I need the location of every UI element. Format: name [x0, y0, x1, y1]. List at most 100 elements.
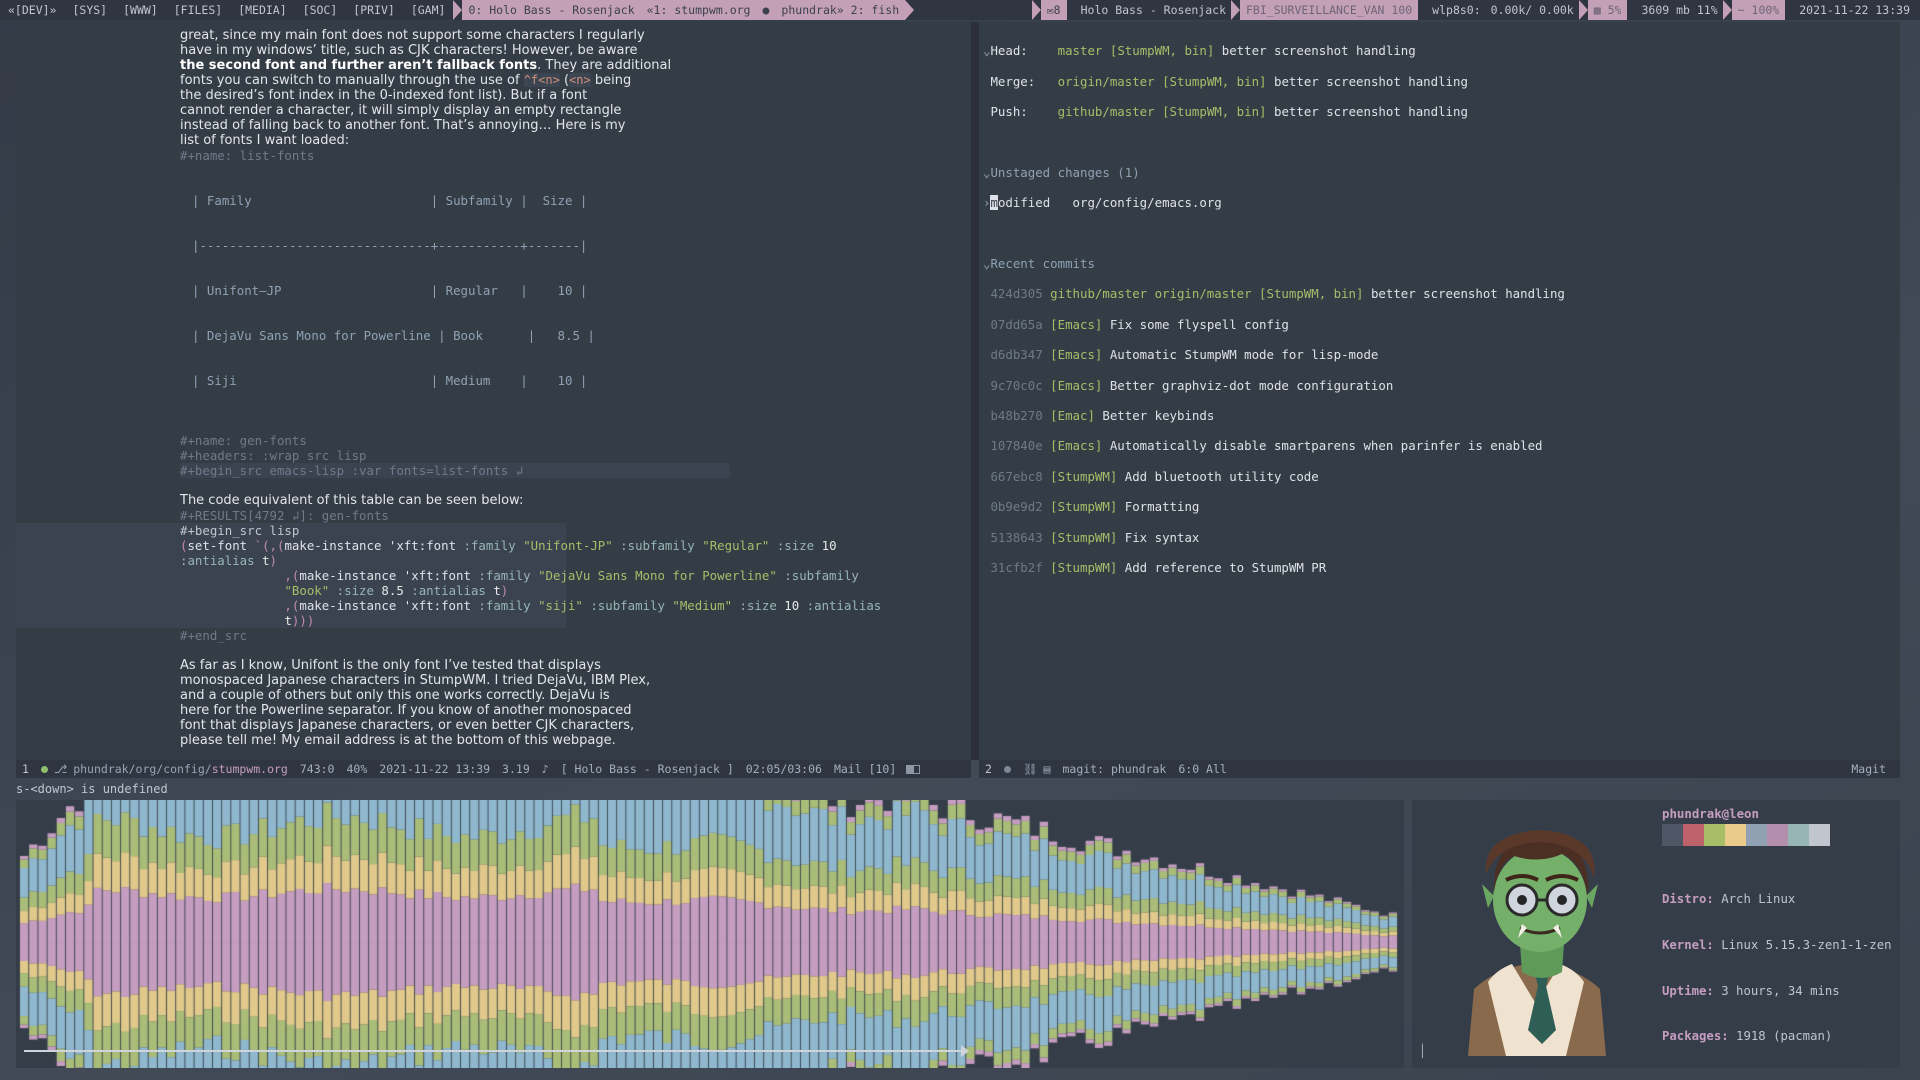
- magit-unstaged-item[interactable]: ›modified org/config/emacs.org: [983, 195, 1900, 211]
- paragraph-line: list of fonts I want loaded:: [180, 133, 350, 148]
- wifi-status[interactable]: FBI_SURVEILLANCE_VAN 100: [1240, 0, 1419, 20]
- workspace-gam[interactable]: [GAM]: [403, 0, 454, 20]
- commit-tag: [Emacs]: [1050, 377, 1103, 393]
- progress-line[interactable]: [24, 1050, 964, 1052]
- workspace-sys[interactable]: [SYS]: [64, 0, 115, 20]
- swatch-0: [1662, 824, 1683, 846]
- commit-row[interactable]: 424d305 github/master origin/master [Stu…: [983, 286, 1900, 301]
- net-interface: wlp8s0:: [1432, 3, 1481, 17]
- org-name-directive: #+name: list-fonts: [180, 148, 315, 163]
- org-end-src: #+end_src: [180, 628, 248, 643]
- workspace-priv[interactable]: [PRIV]: [345, 0, 403, 20]
- commit-message: Formatting: [1124, 499, 1200, 515]
- code-line: t))): [16, 613, 566, 628]
- kbd-post: being: [590, 73, 632, 88]
- powerline-sep-wifi-icon: [1231, 0, 1240, 20]
- commit-row[interactable]: 31cfb2f [StumpWM] Add reference to Stump…: [983, 560, 1900, 575]
- merge-tags: [StumpWM, bin]: [1162, 73, 1267, 89]
- paragraph-line: font that displays Japanese characters, …: [180, 718, 635, 733]
- battery-icon: ~: [1737, 3, 1745, 17]
- magit-unstaged-section-header[interactable]: ⌄Unstaged changes (1): [983, 165, 1900, 180]
- paragraph-line: here for the Powerline separator. If you…: [180, 703, 632, 718]
- org-table[interactable]: | Family | Subfamily | Size | |---------…: [16, 163, 971, 418]
- kbd-mid: (: [559, 73, 570, 88]
- modeline-right: 2 ⛓ ▤ magit: phundrak 6:0 All Magit: [979, 760, 1900, 778]
- magit-merge-line[interactable]: Merge: origin/master [StumpWM, bin] bett…: [983, 74, 1900, 89]
- cpu-status: ▩ 5%: [1587, 0, 1628, 20]
- cpu-icon: ▩: [1593, 3, 1601, 17]
- code-line: ,(make-instance 'xft:font :family "DejaV…: [16, 568, 859, 583]
- commit-hash: 0b9e9d2: [990, 499, 1043, 515]
- commit-row[interactable]: 667ebc8 [StumpWM] Add bluetooth utility …: [983, 469, 1900, 484]
- paragraph-line: have in my windows’ title, such as CJK c…: [180, 43, 638, 58]
- powerline-sep-music-icon: [1066, 0, 1076, 20]
- org-document: great, since my main font does not suppo…: [16, 22, 971, 760]
- audio-visualizer-pane[interactable]: [16, 800, 1404, 1068]
- window-item-1[interactable]: «1: stumpwm.org: [640, 0, 757, 20]
- powerline-sep-cpu-icon: [1578, 0, 1588, 20]
- code-line: (set-font `(,(make-instance 'xft:font :f…: [16, 538, 837, 553]
- workspace-files[interactable]: [FILES]: [166, 0, 230, 20]
- org-document-pane[interactable]: great, since my main font does not suppo…: [16, 22, 971, 760]
- merge-label: Merge:: [990, 73, 1036, 89]
- magit-head-line[interactable]: ⌄Head: master [StumpWM, bin] better scre…: [983, 43, 1900, 58]
- info-value: 1918 (pacman): [1736, 1029, 1833, 1044]
- paragraph-line: monospaced Japanese characters in StumpW…: [180, 673, 651, 688]
- commit-tag: github/master origin/master [StumpWM, bi…: [1050, 286, 1364, 302]
- magit-status-buffer: ⌄Head: master [StumpWM, bin] better scre…: [979, 22, 1900, 606]
- mail-status[interactable]: ✉ 8: [1040, 0, 1067, 20]
- kbd-pre: fonts you can switch to manually through…: [180, 73, 524, 88]
- window-item-2[interactable]: phundrak» 2: fish: [775, 0, 906, 20]
- swatch-6: [1788, 824, 1809, 846]
- neofetch-pane[interactable]: phundrak@leon Distro: Arch Linux Kernel:…: [1412, 800, 1900, 1068]
- magit-pane[interactable]: ⌄Head: master [StumpWM, bin] better scre…: [979, 22, 1900, 760]
- commit-row[interactable]: 107840e [Emacs] Automatically disable sm…: [983, 438, 1900, 453]
- commit-hash: 424d305: [990, 286, 1043, 302]
- folder-icon: ▤: [1043, 762, 1051, 776]
- magit-push-line[interactable]: Push: github/master [StumpWM, bin] bette…: [983, 104, 1900, 119]
- paragraph-line: the second font and further aren’t fallb…: [16, 58, 971, 73]
- info-key: Packages:: [1662, 1029, 1729, 1044]
- table-rule: |-------------------------------+-------…: [192, 238, 588, 253]
- merge-branch: origin/master: [1057, 73, 1155, 89]
- table-row: | Unifont—JP | Regular | 10 |: [192, 283, 588, 298]
- workspace-www[interactable]: [WWW]: [115, 0, 166, 20]
- window-item-0[interactable]: 0: Holo Bass - Rosenjack: [462, 0, 641, 20]
- commit-row[interactable]: 5138643 [StumpWM] Fix syntax: [983, 530, 1900, 545]
- mail-icon: ✉: [1046, 3, 1054, 17]
- swatch-4: [1746, 824, 1767, 846]
- bottom-row: phundrak@leon Distro: Arch Linux Kernel:…: [16, 800, 1900, 1068]
- after-bold: . They are additional: [537, 58, 672, 73]
- head-message: better screenshot handling: [1221, 43, 1416, 59]
- commit-row[interactable]: 9c70c0c [Emacs] Better graphviz-dot mode…: [983, 378, 1900, 393]
- commit-row[interactable]: b48b270 [Emac] Better keybinds: [983, 408, 1900, 423]
- workspace-group: «[DEV]» [SYS] [WWW] [FILES] [MEDIA] [SOC…: [0, 0, 915, 20]
- org-begin-src-elisp: #+begin_src emacs-lisp :var fonts=list-f…: [16, 463, 971, 478]
- swatch-7: [1809, 824, 1830, 846]
- workspace-dev[interactable]: «[DEV]»: [0, 0, 64, 20]
- info-row: Kernel: Linux 5.15.3-zen1-1-zen: [1662, 938, 1900, 953]
- paragraph-line: great, since my main font does not suppo…: [180, 28, 645, 43]
- commit-hash: d6db347: [990, 347, 1043, 363]
- paragraph-line: The code equivalent of this table can be…: [180, 493, 524, 508]
- commit-row[interactable]: 0b9e9d2 [StumpWM] Formatting: [983, 499, 1900, 514]
- path-file: stumpwm.org: [211, 762, 288, 776]
- commit-row[interactable]: 07dd65a [Emacs] Fix some flyspell config: [983, 317, 1900, 332]
- head-tags: [StumpWM, bin]: [1109, 43, 1215, 59]
- commit-message: Automatically disable smartparens when p…: [1109, 438, 1543, 454]
- workspace-media[interactable]: [MEDIA]: [230, 0, 294, 20]
- unstaged-header-label: Unstaged changes (1): [990, 164, 1140, 180]
- commit-tag: [Emacs]: [1050, 347, 1103, 363]
- commit-row[interactable]: d6db347 [Emacs] Automatic StumpWM mode f…: [983, 347, 1900, 362]
- workspace-soc[interactable]: [SOC]: [295, 0, 346, 20]
- path-dir: /org/config/: [128, 762, 212, 776]
- commit-message: Fix syntax: [1124, 529, 1200, 545]
- bold-phrase: the second font and further aren’t fallb…: [180, 58, 538, 73]
- unstaged-status: odified: [997, 195, 1051, 211]
- magit-recent-section-header[interactable]: ⌄Recent commits: [983, 256, 1900, 271]
- info-row: Distro: Arch Linux: [1662, 892, 1900, 907]
